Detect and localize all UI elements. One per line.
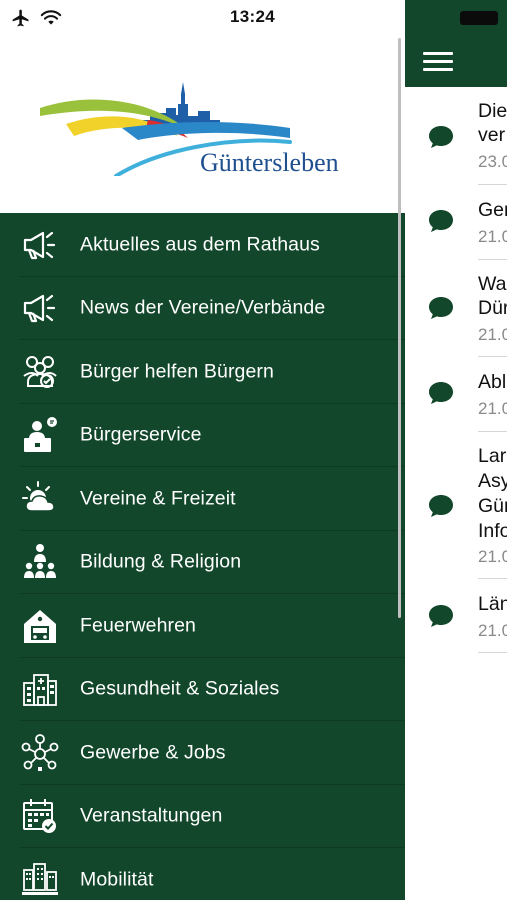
business-network-icon: [21, 733, 59, 771]
news-date: 21.0: [478, 399, 507, 418]
news-title-line: Dür: [478, 297, 507, 319]
speech-bubble-icon: [429, 495, 453, 517]
menu-item-veranstaltungen[interactable]: Veranstaltungen: [0, 785, 405, 848]
menu-item-label: Gewerbe & Jobs: [80, 741, 226, 764]
fire-station-icon: [24, 609, 56, 643]
city-mobility-icon: [22, 862, 58, 895]
logo-wordmark: Güntersleben: [200, 148, 339, 177]
separator: [478, 652, 507, 653]
menu-item-label: Bürgerservice: [80, 423, 202, 446]
hamburger-line: [423, 68, 453, 71]
news-title-line: Info: [478, 520, 507, 542]
news-list-item[interactable]: Abl 21.0: [405, 357, 507, 432]
drawer-scrollbar[interactable]: [398, 38, 401, 618]
menu-item-buerger-helfen[interactable]: Bürger helfen Bürgern: [0, 340, 405, 404]
sun-cloud-icon: [22, 480, 55, 512]
speech-bubble-icon: [429, 382, 453, 404]
news-content-panel: Die ver 23.0 Ger 21.0 Wa Dür 21.0 Abl 21…: [405, 0, 507, 900]
top-navigation-bar: [405, 0, 507, 87]
news-title-line: Ger: [478, 199, 507, 221]
menu-item-bildung-religion[interactable]: Bildung & Religion: [0, 531, 405, 594]
news-list-item[interactable]: Die ver 23.0: [405, 87, 507, 185]
menu-item-buergerservice[interactable]: Bürgerservice: [0, 404, 405, 467]
news-title-line: Län: [478, 593, 507, 615]
news-title-line: ver: [478, 124, 506, 146]
news-title-line: Asy: [478, 470, 507, 492]
news-list-item[interactable]: Lar Asy Gür Info 21.0: [405, 432, 507, 579]
menu-item-label: Aktuelles aus dem Rathaus: [80, 233, 320, 256]
drawer-menu: Aktuelles aus dem Rathaus News der Verei…: [0, 213, 405, 900]
hamburger-line: [423, 52, 453, 55]
menu-item-label: Vereine & Freizeit: [80, 487, 236, 510]
menu-item-label: Mobilität: [80, 868, 154, 891]
news-date: 21.0: [478, 621, 507, 640]
news-date: 23.0: [478, 152, 507, 171]
menu-item-news-vereine[interactable]: News der Vereine/Verbände: [0, 277, 405, 340]
menu-item-label: News der Vereine/Verbände: [80, 296, 326, 319]
news-date: 21.0: [478, 547, 507, 566]
news-title-line: Die: [478, 100, 507, 122]
battery-icon: [460, 11, 498, 25]
menu-item-label: Gesundheit & Soziales: [80, 677, 280, 700]
speech-bubble-icon: [429, 297, 453, 319]
speech-bubble-icon: [429, 126, 453, 148]
news-list-item[interactable]: Län 21.0: [405, 579, 507, 654]
menu-item-label: Feuerwehren: [80, 614, 196, 637]
calendar-check-icon: [23, 799, 56, 834]
navigation-drawer: Güntersleben Aktuelles aus dem Rathaus N…: [0, 0, 405, 900]
menu-item-mobilitaet[interactable]: Mobilität: [0, 848, 405, 900]
hospital-building-icon: [23, 674, 57, 707]
news-list-item[interactable]: Ger 21.0: [405, 185, 507, 260]
speech-bubble-icon: [429, 605, 453, 627]
news-date: 21.0: [478, 227, 507, 246]
speech-bubble-icon: [429, 210, 453, 232]
menu-item-gewerbe-jobs[interactable]: Gewerbe & Jobs: [0, 721, 405, 785]
menu-item-label: Bildung & Religion: [80, 550, 242, 573]
menu-item-feuerwehren[interactable]: Feuerwehren: [0, 594, 405, 658]
news-title-line: Lar: [478, 445, 507, 467]
news-list-item[interactable]: Wa Dür 21.0: [405, 260, 507, 357]
municipality-logo: Güntersleben: [0, 36, 405, 213]
news-title-line: Abl: [478, 371, 507, 393]
megaphone-icon: [23, 231, 56, 259]
menu-item-aktuelles[interactable]: Aktuelles aus dem Rathaus: [0, 213, 405, 277]
citizen-service-desk-icon: [24, 417, 57, 453]
menu-item-label: Veranstaltungen: [80, 804, 223, 827]
menu-toggle-button[interactable]: [423, 52, 453, 74]
menu-item-vereine-freizeit[interactable]: Vereine & Freizeit: [0, 467, 405, 531]
teacher-class-icon: [24, 544, 56, 579]
menu-item-gesundheit-soziales[interactable]: Gesundheit & Soziales: [0, 658, 405, 721]
community-help-icon: [23, 355, 57, 388]
news-title-line: Wa: [478, 273, 507, 295]
megaphone-icon: [23, 295, 56, 323]
hamburger-line: [423, 60, 453, 63]
menu-item-label: Bürger helfen Bürgern: [80, 360, 274, 383]
news-date: 21.0: [478, 325, 507, 344]
news-title-line: Gür: [478, 495, 507, 517]
